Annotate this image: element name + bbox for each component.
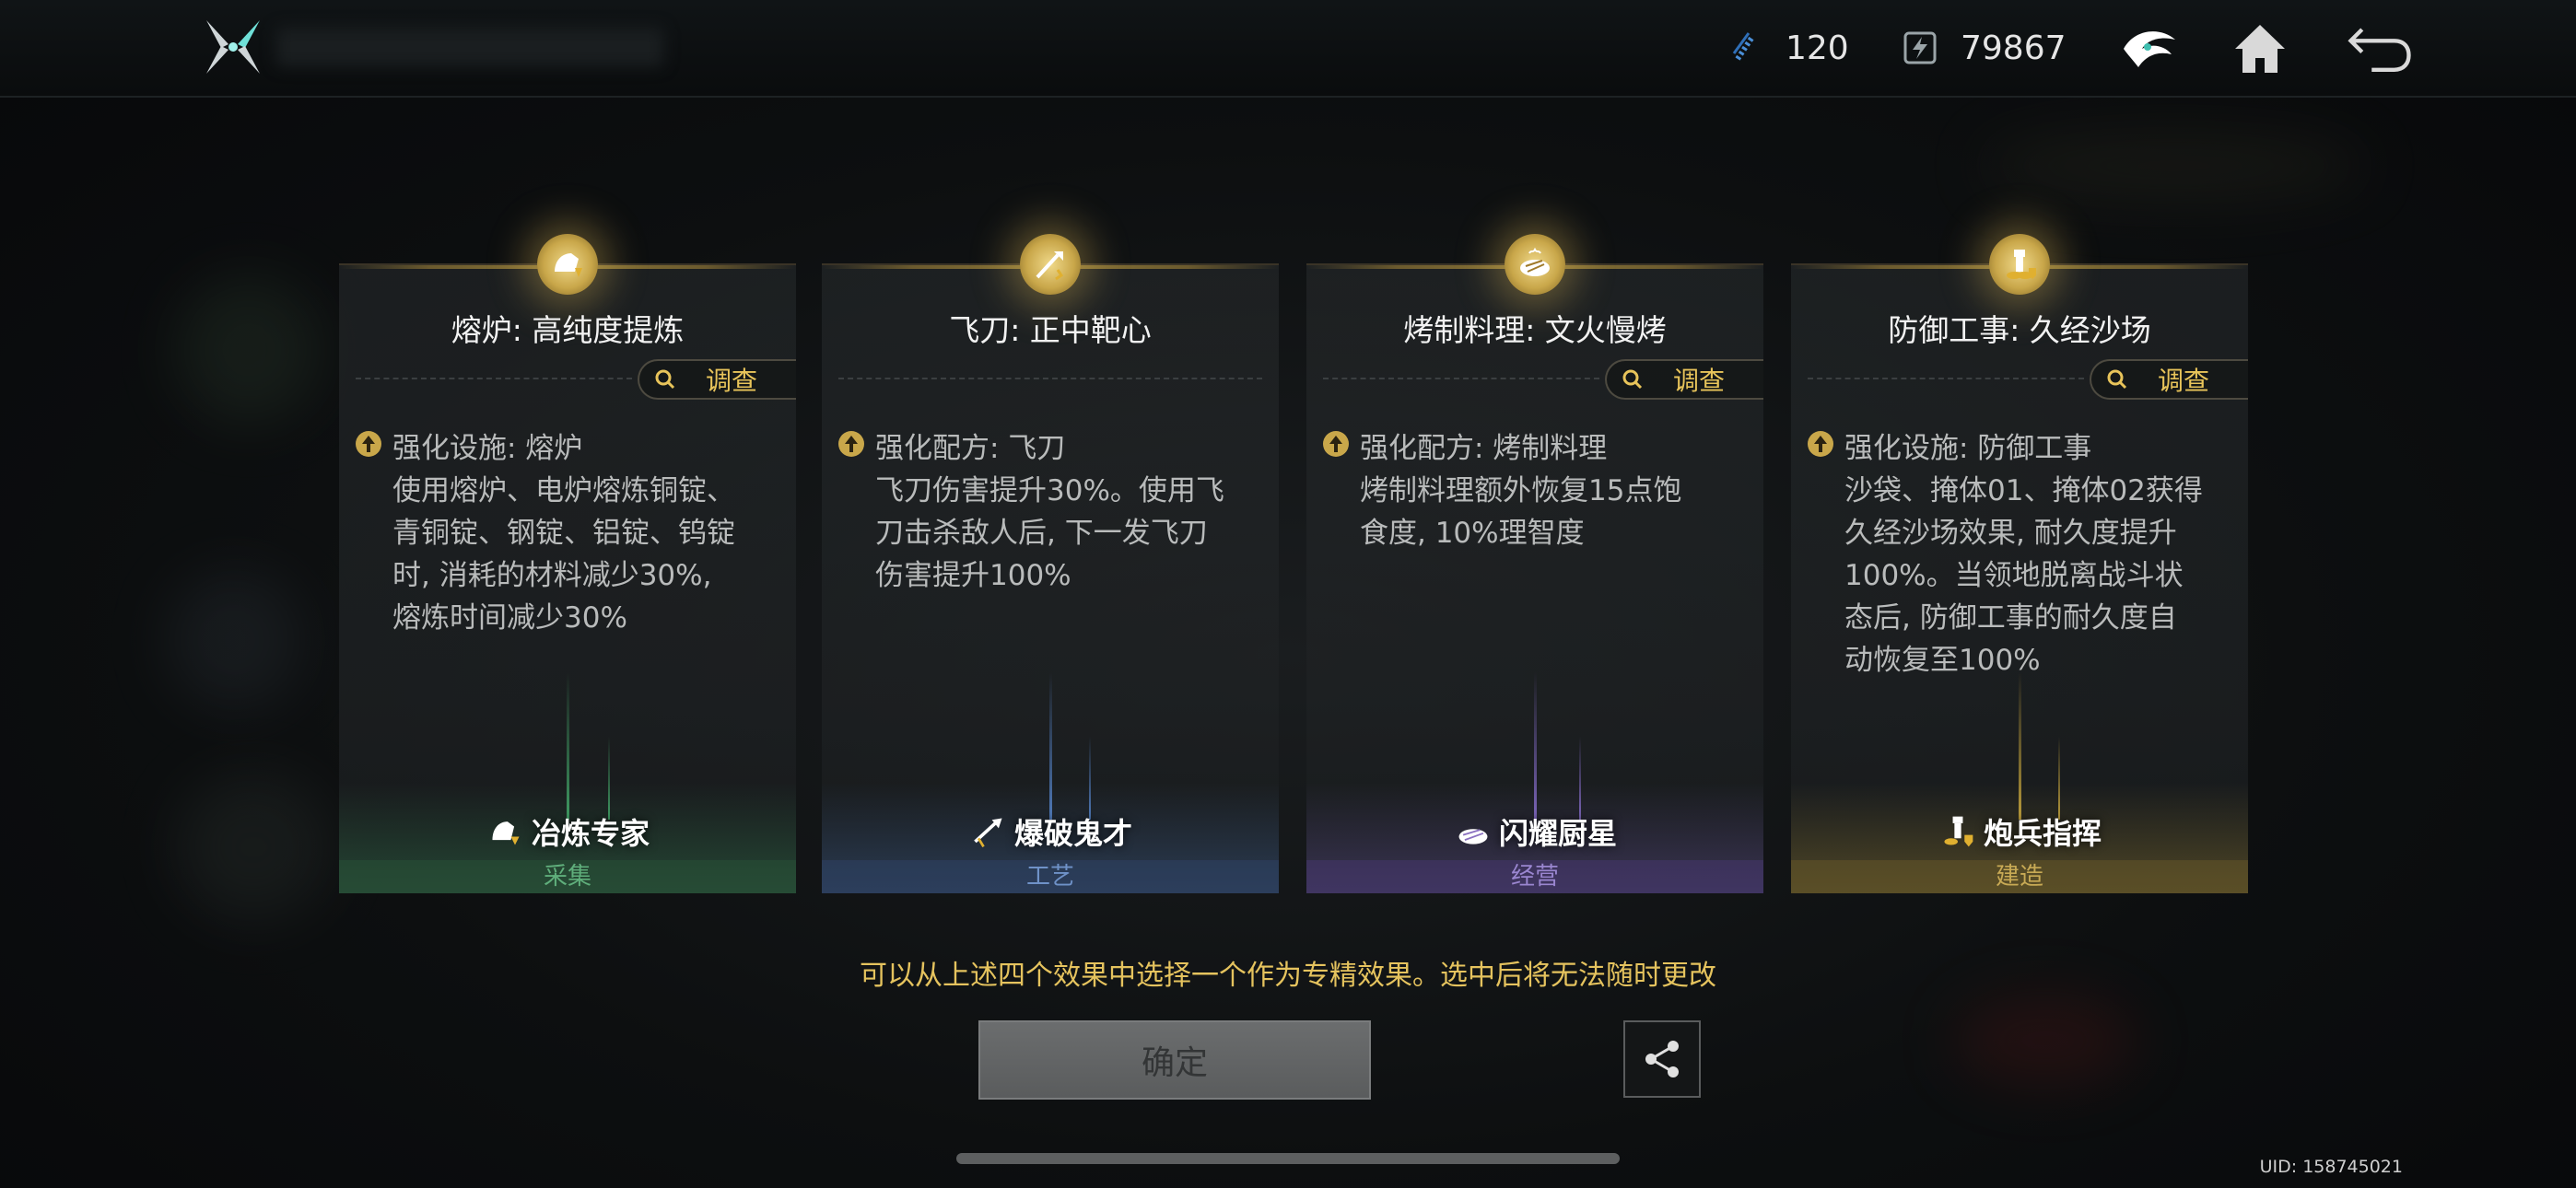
home-indicator[interactable] — [956, 1153, 1620, 1164]
divider — [1323, 378, 1599, 379]
background-blur — [1953, 995, 2137, 1087]
card-description: 强化设施: 防御工事 沙袋、掩体01、掩体02获得 久经沙场效果, 耐久度提升 … — [1806, 427, 2230, 681]
divider — [1808, 378, 2084, 379]
magnifier-icon — [652, 367, 678, 392]
card-title: 熔炉: 高纯度提炼 — [451, 312, 685, 348]
top-bar: 120 79867 — [0, 0, 2576, 98]
user-id: UID: 158745021 — [2259, 1157, 2403, 1177]
desc-head: 强化配方: 烤制料理 — [1360, 432, 1608, 465]
selection-hint: 可以从上述四个效果中选择一个作为专精效果。选中后将无法随时更改 — [860, 960, 1716, 992]
demolition-badge-icon — [968, 811, 1009, 852]
confirm-button[interactable]: 确定 — [978, 1020, 1371, 1100]
energy-currency: 79867 — [1900, 24, 2067, 72]
desc-line: 伤害提升100% — [875, 559, 1071, 592]
specialization-card-throwing-knife[interactable]: 飞刀: 正中靶心 强化配方: 飞刀 飞刀伤害提升30%。使用飞 刀击杀敌人后, … — [822, 234, 1279, 893]
desc-line: 沙袋、掩体01、掩体02获得 — [1844, 474, 2203, 507]
badge-label: 冶炼专家 — [531, 816, 650, 851]
card-description: 强化设施: 熔炉 使用熔炉、电炉熔炼铜锭、 青铜锭、钢锭、铝锭、钨锭 时, 消耗… — [354, 427, 778, 639]
desc-line: 时, 消耗的材料减少30%, — [392, 559, 712, 592]
crystal-currency-icon — [1725, 28, 1765, 68]
desc-line: 烤制料理额外恢复15点饱 — [1360, 474, 1682, 507]
desc-line: 飞刀伤害提升30%。使用飞 — [875, 474, 1224, 507]
magnifier-icon — [2104, 367, 2130, 392]
title-badge: 炮兵指挥 — [1791, 810, 2248, 853]
investigate-button[interactable]: 调查 — [638, 359, 796, 400]
card-description: 强化配方: 飞刀 飞刀伤害提升30%。使用飞 刀击杀敌人后, 下一发飞刀 伤害提… — [837, 427, 1260, 597]
throwing-knife-emblem-icon — [1020, 234, 1081, 295]
desc-line: 青铜锭、钢锭、铝锭、钨锭 — [392, 517, 735, 550]
investigate-label: 调查 — [2158, 366, 2210, 396]
card-title: 防御工事: 久经沙场 — [1888, 312, 2151, 348]
background-blur — [1981, 129, 2368, 203]
energy-currency-icon — [1900, 28, 1940, 68]
category-label: 建造 — [1791, 860, 2248, 893]
investigate-button[interactable]: 调查 — [1605, 359, 1763, 400]
share-icon — [1645, 1041, 1679, 1077]
desc-line: 久经沙场效果, 耐久度提升 — [1844, 517, 2177, 550]
upgrade-arrow-icon — [838, 431, 864, 457]
crystal-currency: 120 — [1725, 24, 1849, 72]
background-blur — [175, 276, 322, 424]
investigate-label: 调查 — [1673, 366, 1726, 396]
category-label: 经营 — [1306, 860, 1763, 893]
roast-food-emblem-icon — [1505, 234, 1565, 295]
furnace-emblem-icon — [537, 234, 598, 295]
badge-label: 闪耀厨星 — [1498, 816, 1617, 851]
background-blur — [166, 571, 304, 709]
desc-line: 食度, 10%理智度 — [1360, 517, 1585, 550]
desc-line: 100%。当领地脱离战斗状 — [1844, 559, 2184, 592]
investigate-button[interactable]: 调查 — [2090, 359, 2248, 400]
desc-line: 刀击杀敌人后, 下一发飞刀 — [875, 517, 1208, 550]
desc-head: 强化设施: 熔炉 — [392, 432, 583, 465]
title-badge: 闪耀厨星 — [1306, 810, 1763, 853]
card-title: 烤制料理: 文火慢烤 — [1403, 312, 1667, 348]
upgrade-arrow-icon — [1323, 431, 1349, 457]
badge-label: 爆破鬼才 — [1013, 816, 1132, 851]
card-description: 强化配方: 烤制料理 烤制料理额外恢复15点饱 食度, 10%理智度 — [1321, 427, 1745, 554]
magnifier-icon — [1620, 367, 1645, 392]
desc-line: 熔炼时间减少30% — [392, 601, 627, 635]
title-badge: 冶炼专家 — [339, 810, 796, 853]
specialization-card-fortification[interactable]: 防御工事: 久经沙场 调查 强化设施: 防御工事 沙袋、掩体01、掩体02获得 … — [1791, 234, 2248, 893]
divider — [838, 378, 1262, 379]
desc-line: 动恢复至100% — [1844, 644, 2041, 677]
desc-head: 强化设施: 防御工事 — [1844, 432, 2092, 465]
background-blur — [175, 774, 332, 921]
category-label: 工艺 — [822, 860, 1279, 893]
title-badge: 爆破鬼才 — [822, 810, 1279, 853]
share-button[interactable] — [1623, 1020, 1701, 1098]
blurred-header-text — [276, 28, 663, 66]
smelter-badge-icon — [486, 811, 526, 852]
desc-line: 使用熔炉、电炉熔炼铜锭、 — [392, 474, 735, 507]
divider — [356, 378, 632, 379]
energy-currency-value: 79867 — [1961, 29, 2067, 67]
faction-emblem-icon[interactable] — [2117, 17, 2182, 81]
upgrade-arrow-icon — [356, 431, 381, 457]
desc-head: 强化配方: 飞刀 — [875, 432, 1066, 465]
investigate-label: 调查 — [706, 366, 758, 396]
back-arrow-icon[interactable] — [2348, 17, 2412, 81]
watchtower-emblem-icon — [1989, 234, 2050, 295]
chef-badge-icon — [1453, 811, 1493, 852]
artillery-badge-icon — [1938, 811, 1978, 852]
category-label: 采集 — [339, 860, 796, 893]
crossed-blades-logo-icon — [201, 17, 265, 77]
desc-line: 态后, 防御工事的耐久度自 — [1844, 601, 2177, 635]
badge-label: 炮兵指挥 — [1983, 816, 2102, 851]
specialization-card-roasting[interactable]: 烤制料理: 文火慢烤 调查 强化配方: 烤制料理 烤制料理额外恢复15点饱 食度… — [1306, 234, 1763, 893]
specialization-card-smelting[interactable]: 熔炉: 高纯度提炼 调查 强化设施: 熔炉 使用熔炉、电炉熔炼铜锭、 青铜锭、钢… — [339, 234, 796, 893]
crystal-currency-value: 120 — [1786, 29, 1849, 67]
upgrade-arrow-icon — [1808, 431, 1833, 457]
card-title: 飞刀: 正中靶心 — [949, 312, 1152, 348]
home-icon[interactable] — [2228, 17, 2292, 81]
